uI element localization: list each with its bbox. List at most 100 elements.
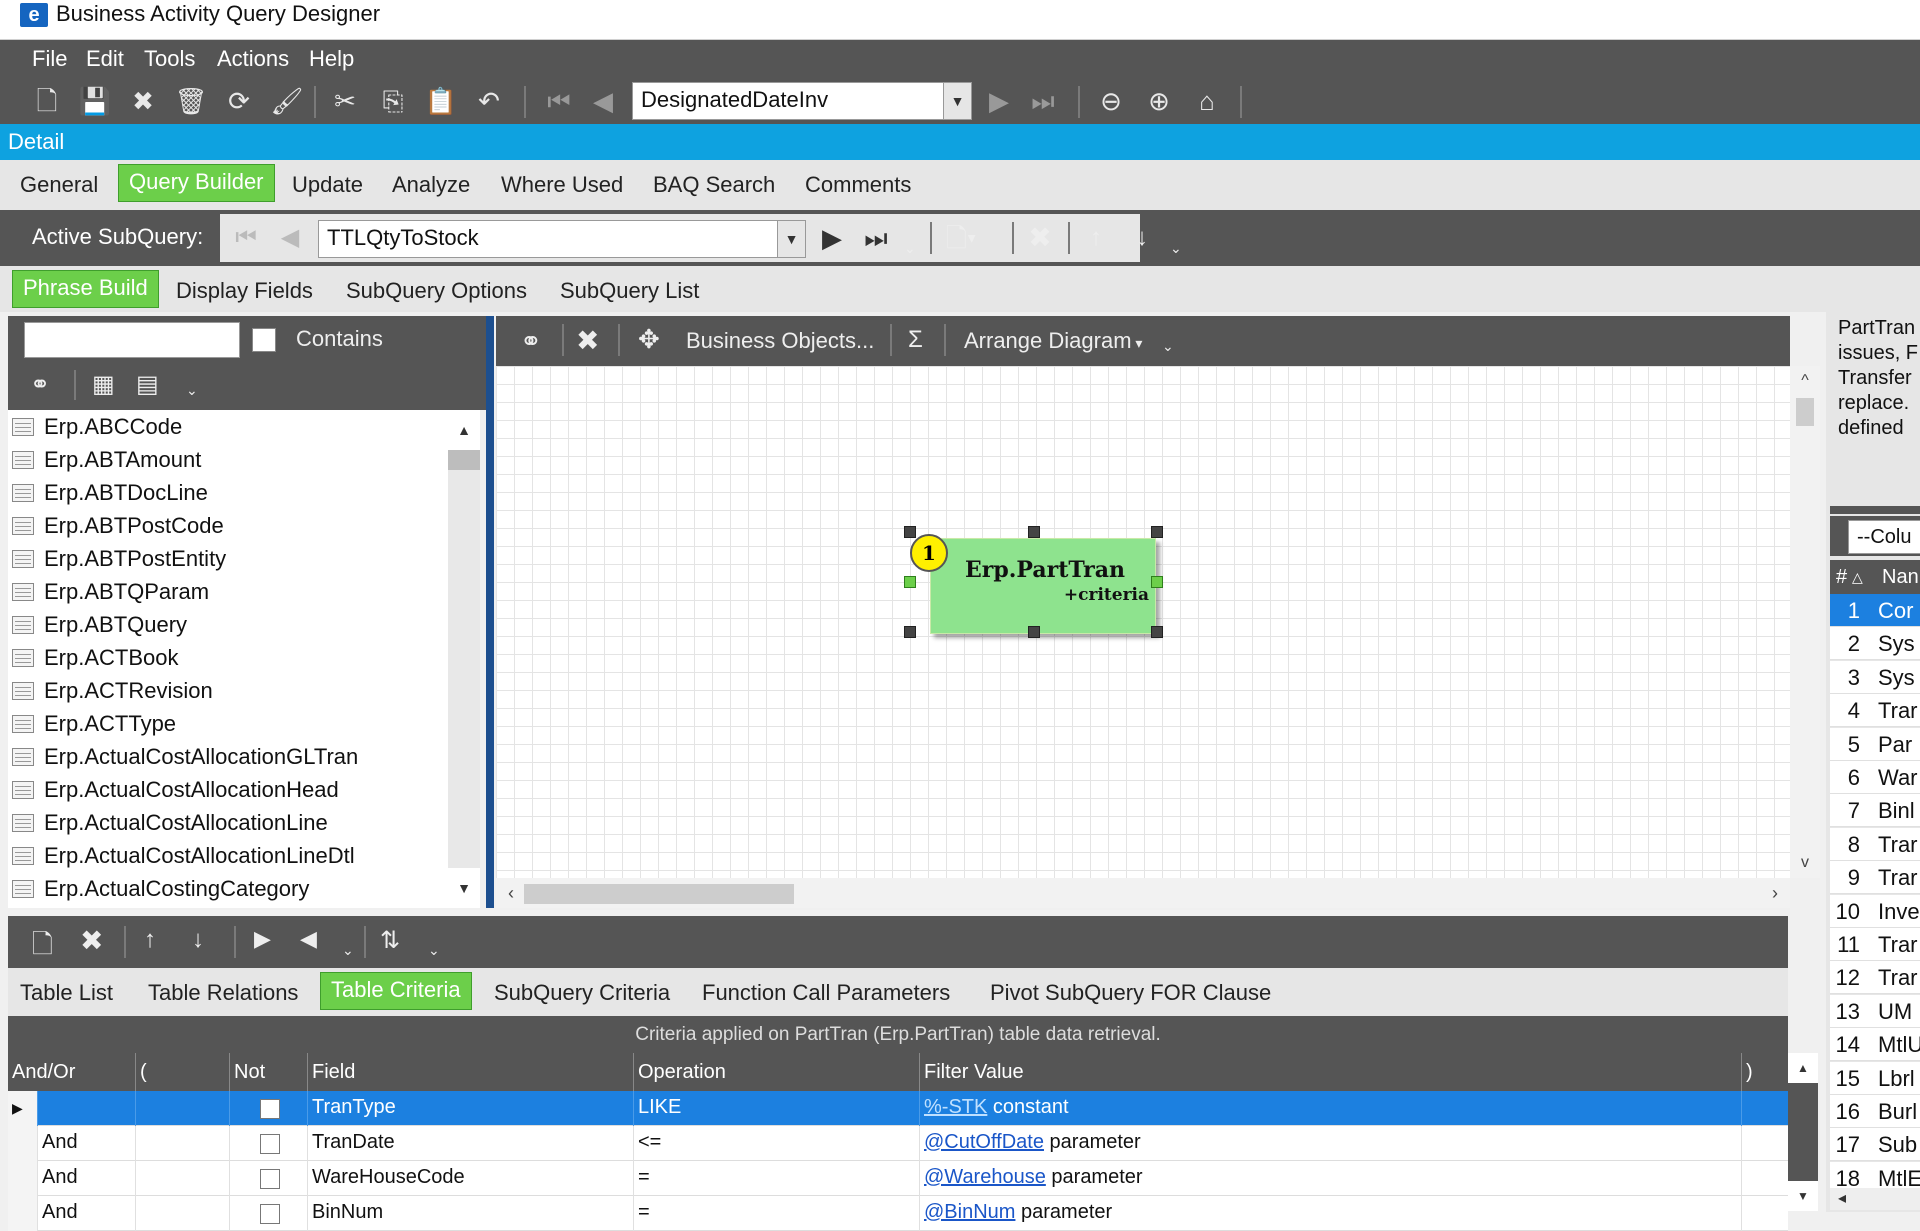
prev-subquery-icon[interactable]: ◀ (272, 220, 308, 256)
tab-where-used[interactable]: Where Used (501, 168, 623, 206)
not-checkbox[interactable] (260, 1134, 280, 1154)
delete-icon[interactable]: ✖ (126, 84, 160, 118)
open-paren-cell[interactable] (136, 1091, 230, 1126)
chevron-down-icon[interactable]: ▼ (943, 83, 971, 119)
scroll-thumb[interactable] (1788, 1083, 1818, 1181)
table-list-item[interactable]: Erp.ActualCostingCategory (8, 872, 448, 905)
open-paren-cell[interactable] (136, 1126, 230, 1161)
column-row[interactable]: 9 Trar (1830, 861, 1920, 895)
scroll-up-icon[interactable]: ▲ (448, 410, 480, 450)
resize-handle[interactable] (1151, 626, 1163, 638)
row-selector[interactable] (8, 1161, 38, 1196)
header-close-paren[interactable]: ) (1742, 1053, 1788, 1091)
move-down-icon[interactable]: ↓ (1124, 220, 1160, 256)
tab-table-list[interactable]: Table List (20, 976, 113, 1014)
table-list-item[interactable]: Erp.ABTPostEntity (8, 542, 448, 575)
indent-left-icon[interactable]: ◀ (300, 926, 317, 952)
forward-icon[interactable]: ⊕ (1142, 84, 1176, 118)
operation-cell[interactable]: = (634, 1196, 920, 1231)
delete-criteria-icon[interactable]: ✖ (80, 924, 103, 957)
filter-value-link[interactable]: %-STK (924, 1096, 987, 1118)
column-row[interactable]: 11 Trar (1830, 928, 1920, 961)
row-selector[interactable] (8, 1126, 38, 1161)
operation-cell[interactable]: <= (634, 1126, 920, 1161)
tab-display-fields[interactable]: Display Fields (176, 274, 313, 312)
contains-checkbox[interactable] (252, 328, 276, 352)
refresh-icon[interactable]: ⟳ (222, 84, 256, 118)
tab-comments[interactable]: Comments (805, 168, 911, 206)
row-selector[interactable] (8, 1196, 38, 1231)
header-field[interactable]: Field (308, 1053, 634, 1091)
and-or-cell[interactable]: And (38, 1196, 136, 1231)
home-icon[interactable]: ⌂ (1190, 84, 1224, 118)
first-subquery-icon[interactable]: ⏮ (228, 220, 264, 256)
scroll-left-icon[interactable]: ‹ (496, 878, 526, 908)
table-list-scrollbar[interactable]: ▲ ▼ (448, 410, 480, 908)
not-checkbox[interactable] (260, 1169, 280, 1189)
move-up-icon[interactable]: ↑ (144, 926, 156, 954)
scroll-up-icon[interactable]: ^ (1790, 366, 1820, 396)
column-row[interactable]: 8 Trar (1830, 827, 1920, 861)
sigma-icon[interactable]: Σ (908, 326, 923, 354)
copy-icon[interactable]: ⎘ (376, 84, 410, 118)
new-criteria-icon[interactable]: 🗋 (32, 926, 53, 970)
scroll-down-icon[interactable]: v (1790, 848, 1820, 878)
filter-value-link[interactable]: @CutOffDate (924, 1131, 1044, 1153)
not-checkbox[interactable] (260, 1099, 280, 1119)
header-and-or[interactable]: And/Or (8, 1053, 136, 1091)
diagram-hscroll[interactable]: ‹ › (496, 878, 1790, 908)
column-row[interactable]: 2 Sys (1830, 627, 1920, 661)
not-checkbox[interactable] (260, 1204, 280, 1224)
resize-handle[interactable] (1028, 526, 1040, 538)
delete-icon[interactable]: ✖ (576, 324, 599, 357)
column-row[interactable]: 17 Sub (1830, 1128, 1920, 1162)
criteria-vscroll[interactable]: ▲ ▼ (1788, 1053, 1818, 1211)
business-objects-icon[interactable]: ✥ (638, 324, 660, 355)
table-list-item[interactable]: Erp.ABTAmount (8, 443, 448, 476)
open-paren-cell[interactable] (136, 1161, 230, 1196)
table-search-input[interactable] (24, 322, 240, 358)
resize-handle[interactable] (904, 526, 916, 538)
menu-file[interactable]: File (32, 40, 67, 78)
tab-analyze[interactable]: Analyze (392, 168, 470, 206)
and-or-cell[interactable]: And (38, 1126, 136, 1161)
new-subquery-icon[interactable]: 🗋▾ (946, 220, 990, 256)
overflow-chevron-icon[interactable]: ⌄ (904, 240, 916, 257)
field-cell[interactable]: WareHouseCode (308, 1161, 634, 1196)
open-paren-cell[interactable] (136, 1196, 230, 1231)
resize-handle[interactable] (1151, 526, 1163, 538)
resize-handle[interactable] (904, 576, 916, 588)
tab-phrase-build[interactable]: Phrase Build (12, 270, 159, 308)
table-list-item[interactable]: Erp.ABTQParam (8, 575, 448, 608)
cut-icon[interactable]: ✂ (328, 84, 362, 118)
scroll-left-icon[interactable]: ◂ (1830, 1188, 1920, 1210)
column-row[interactable]: 10 Inve (1830, 894, 1920, 928)
scroll-down-icon[interactable]: ▼ (448, 868, 480, 908)
next-record-icon[interactable]: ▶ (982, 84, 1016, 118)
and-or-cell[interactable]: And (38, 1161, 136, 1196)
scroll-thumb[interactable] (524, 884, 794, 904)
scroll-up-icon[interactable]: ▲ (1788, 1053, 1818, 1083)
table-list-item[interactable]: Erp.ACTBook (8, 641, 448, 674)
filter-value-link[interactable]: @Warehouse (924, 1166, 1046, 1188)
close-paren-cell[interactable] (1742, 1126, 1788, 1161)
last-record-icon[interactable]: ⏭ (1026, 84, 1060, 118)
and-or-cell[interactable] (38, 1091, 136, 1126)
tab-query-builder[interactable]: Query Builder (118, 164, 275, 202)
criteria-row[interactable]: And BinNum = @BinNum parameter (8, 1196, 1788, 1231)
column-name-header[interactable]: Nan (1882, 560, 1919, 594)
table-options-icon[interactable]: ▤ (136, 370, 159, 399)
arrange-diagram-button[interactable]: Arrange Diagram ▾ (964, 328, 1142, 354)
resize-handle[interactable] (904, 626, 916, 638)
table-list-item[interactable]: Erp.ActualCostAllocationLine (8, 806, 448, 839)
tab-subquery-options[interactable]: SubQuery Options (346, 274, 527, 312)
table-list-item[interactable]: Erp.ACTType (8, 707, 448, 740)
prev-record-icon[interactable]: ◀ (586, 84, 620, 118)
move-down-icon[interactable]: ↓ (192, 926, 204, 954)
save-icon[interactable]: 💾 (78, 84, 112, 118)
row-selector[interactable]: ▶ (8, 1091, 38, 1126)
tab-subquery-list[interactable]: SubQuery List (560, 274, 699, 312)
new-icon[interactable]: 🗋 (30, 84, 64, 118)
table-list-item[interactable]: Erp.ActualCostAllocationGLTran (8, 740, 448, 773)
column-row[interactable]: 1 Cor (1830, 594, 1920, 627)
